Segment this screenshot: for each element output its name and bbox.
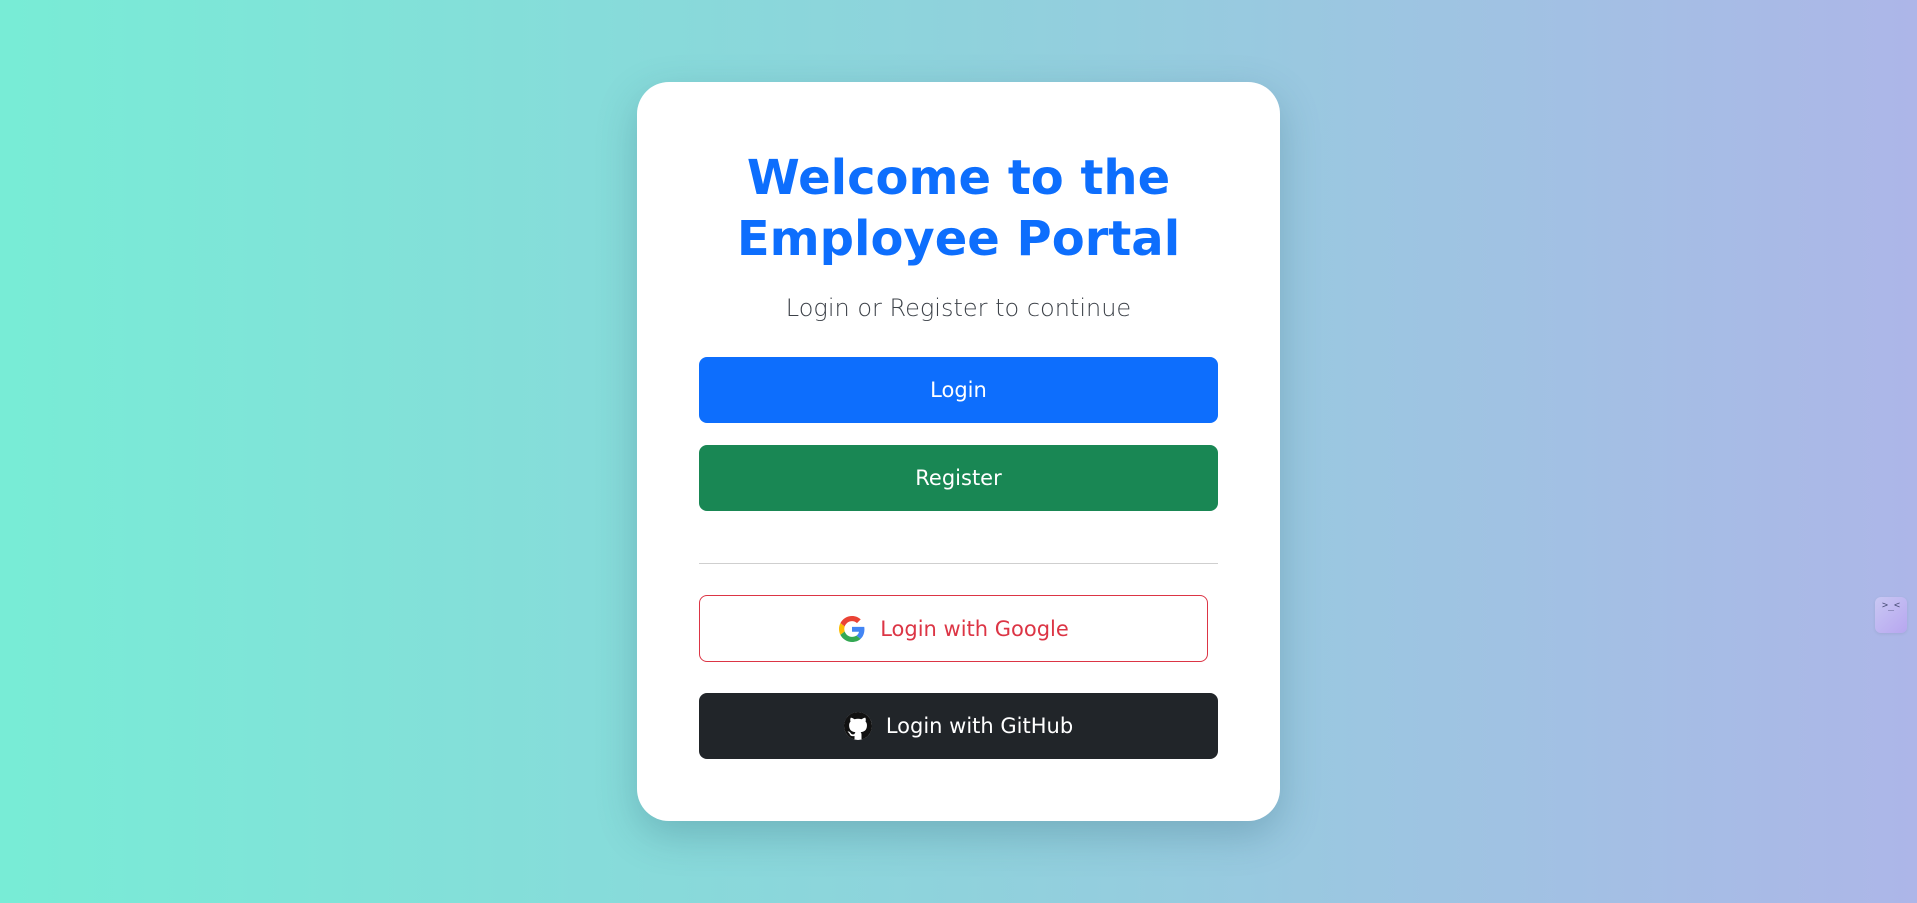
github-login-label: Login with GitHub <box>885 714 1074 738</box>
register-button-label: Register <box>915 466 1002 490</box>
page-title: Welcome to the Employee Portal <box>637 148 1280 270</box>
login-button[interactable]: Login <box>699 357 1218 423</box>
google-login-label: Login with Google <box>880 616 1069 641</box>
assistant-widget-glyph: >_< <box>1881 600 1901 611</box>
github-login-button[interactable]: Login with GitHub <box>699 693 1218 759</box>
register-button[interactable]: Register <box>699 445 1218 511</box>
divider <box>699 563 1218 564</box>
login-card: Welcome to the Employee Portal Login or … <box>637 82 1280 821</box>
login-button-label: Login <box>930 378 987 402</box>
google-login-button[interactable]: Login with Google <box>699 595 1208 662</box>
subtitle: Login or Register to continue <box>785 294 1132 322</box>
github-logo-icon <box>843 712 872 740</box>
title-line-2: Employee Portal <box>736 211 1181 267</box>
google-logo-icon <box>838 615 866 643</box>
assistant-widget-icon[interactable]: >_< <box>1875 597 1907 633</box>
title-line-1: Welcome to the <box>746 150 1171 206</box>
